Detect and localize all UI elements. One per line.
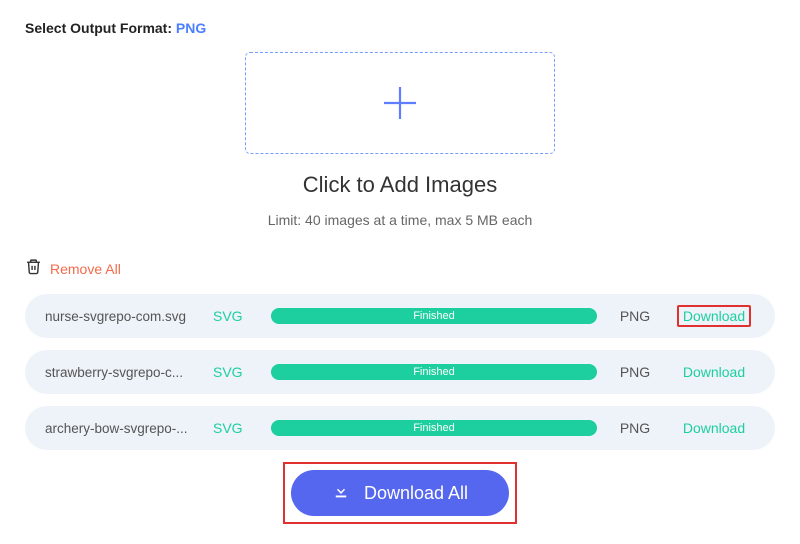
file-list: nurse-svgrepo-com.svg SVG Finished PNG Downl…	[25, 294, 775, 450]
upload-limit-text: Limit: 40 images at a time, max 5 MB eac…	[25, 212, 775, 228]
file-target-type: PNG	[615, 364, 655, 380]
add-images-dropzone[interactable]	[245, 52, 555, 154]
file-source-type: SVG	[213, 364, 253, 380]
download-button[interactable]: Download	[673, 364, 755, 380]
download-icon	[332, 482, 350, 505]
output-format-row: Select Output Format: PNG	[25, 20, 775, 38]
add-images-text: Click to Add Images	[25, 172, 775, 198]
trash-icon[interactable]	[25, 258, 42, 280]
file-name: archery-bow-svgrepo-...	[45, 421, 195, 436]
download-all-label: Download All	[364, 483, 468, 504]
output-format-value[interactable]: PNG	[176, 20, 206, 36]
download-all-highlight: Download All	[283, 462, 517, 524]
file-target-type: PNG	[615, 420, 655, 436]
file-row: strawberry-svgrepo-c... SVG Finished PNG Dow…	[25, 350, 775, 394]
progress-status: Finished	[413, 422, 455, 434]
plus-icon	[378, 81, 422, 125]
download-button[interactable]: Download	[673, 420, 755, 436]
file-name: nurse-svgrepo-com.svg	[45, 309, 195, 324]
file-row: nurse-svgrepo-com.svg SVG Finished PNG Downl…	[25, 294, 775, 338]
remove-all-button[interactable]: Remove All	[50, 261, 121, 277]
file-name: strawberry-svgrepo-c...	[45, 365, 195, 380]
output-format-label: Select Output Format:	[25, 20, 176, 36]
progress-bar: Finished	[271, 420, 597, 436]
progress-status: Finished	[413, 366, 455, 378]
download-button[interactable]: Download	[673, 308, 755, 324]
file-source-type: SVG	[213, 308, 253, 324]
progress-bar: Finished	[271, 308, 597, 324]
progress-status: Finished	[413, 310, 455, 322]
file-row: archery-bow-svgrepo-... SVG Finished PNG Dow…	[25, 406, 775, 450]
progress-bar: Finished	[271, 364, 597, 380]
file-source-type: SVG	[213, 420, 253, 436]
file-target-type: PNG	[615, 308, 655, 324]
download-all-button[interactable]: Download All	[291, 470, 509, 516]
